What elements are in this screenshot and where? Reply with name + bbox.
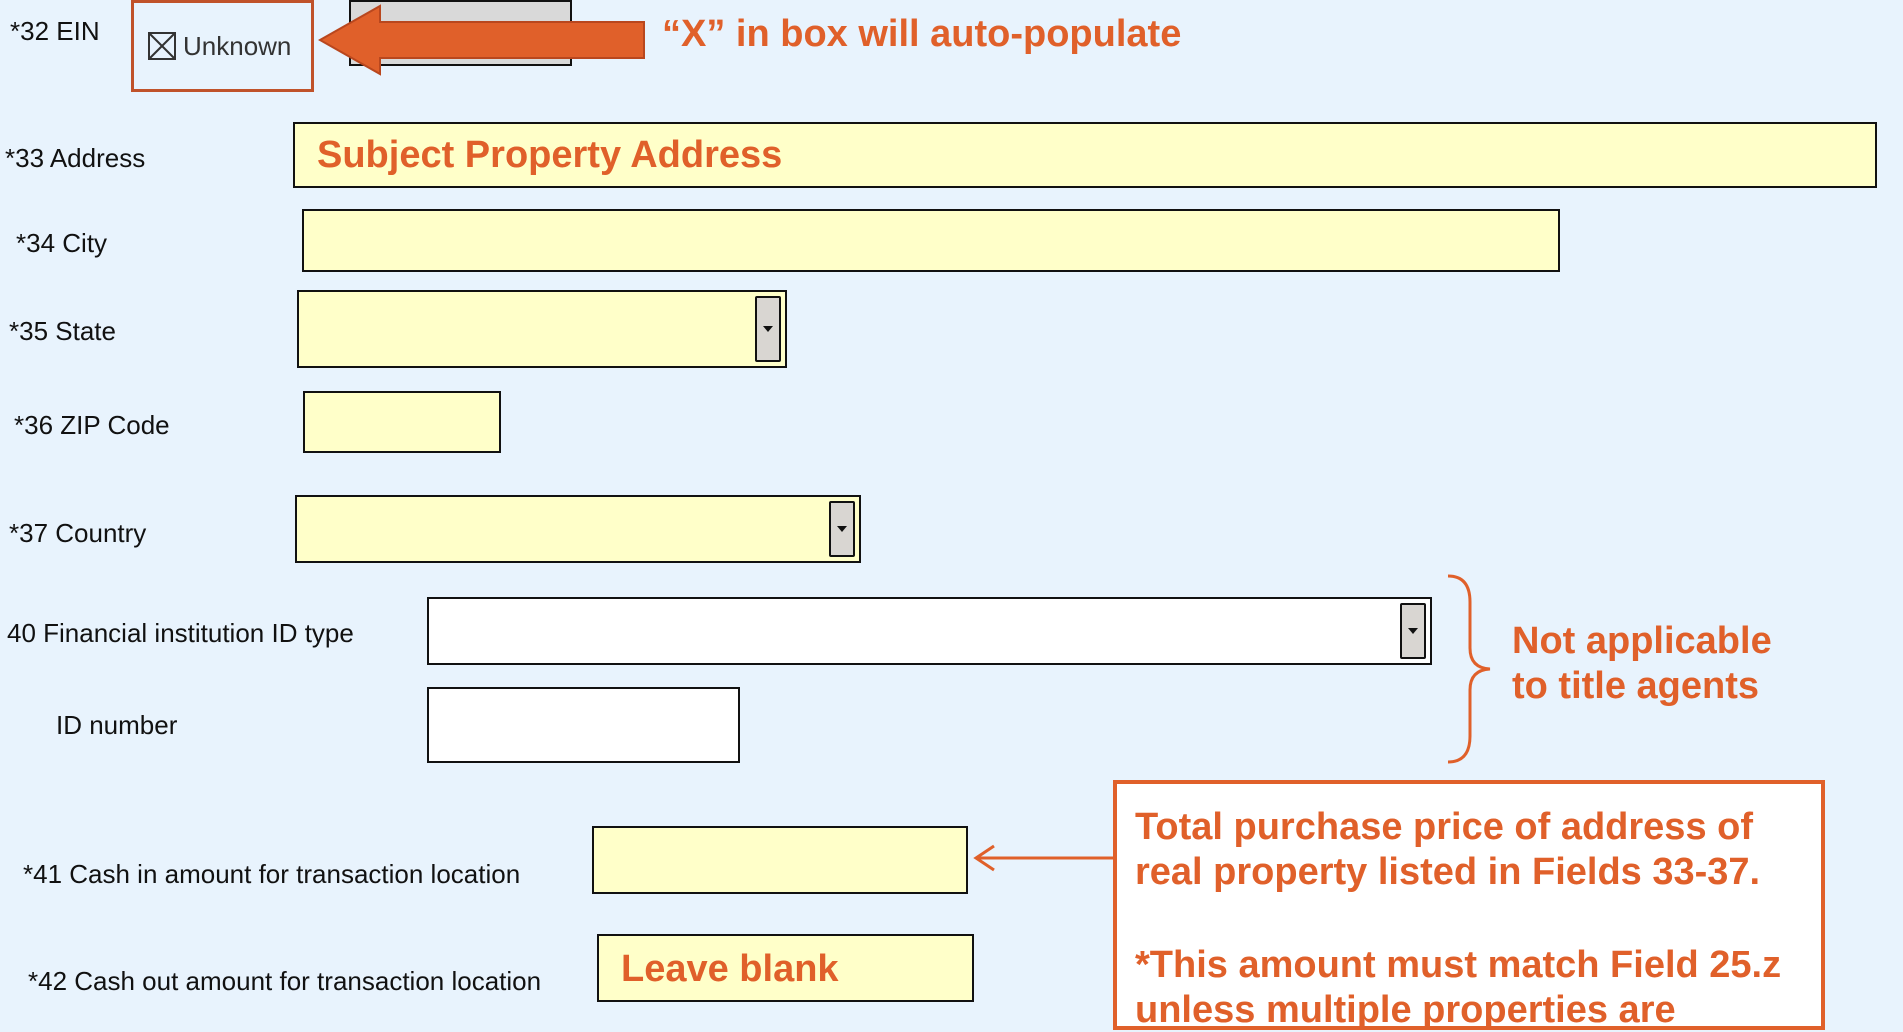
- address-input[interactable]: Subject Property Address: [293, 122, 1877, 188]
- zip-input[interactable]: [303, 391, 501, 453]
- country-label: *37 Country: [9, 518, 147, 548]
- right-curly-brace-icon: [1447, 574, 1491, 764]
- cash-in-callout: Total purchase price of address of real …: [1113, 780, 1825, 1031]
- country-select[interactable]: [295, 495, 861, 563]
- cash-in-input[interactable]: [592, 826, 968, 894]
- fin-id-type-label: 40 Financial institution ID type: [7, 618, 354, 648]
- state-select[interactable]: [297, 290, 787, 368]
- cash-out-label: *42 Cash out amount for transaction loca…: [28, 966, 542, 996]
- callout-line1: Total purchase price of address of: [1135, 806, 1754, 848]
- city-label: *34 City: [16, 228, 108, 258]
- chevron-down-icon[interactable]: [755, 296, 781, 362]
- cash-out-value: Leave blank: [621, 948, 839, 990]
- state-label: *35 State: [9, 316, 116, 346]
- zip-label: *36 ZIP Code: [14, 410, 170, 440]
- id-number-label: ID number: [56, 710, 178, 740]
- not-applicable-note-line2: to title agents: [1512, 665, 1760, 707]
- cash-in-label: *41 Cash in amount for transaction locat…: [23, 859, 521, 889]
- ein-unknown-highlight-box: Unknown: [131, 0, 314, 92]
- left-arrow-icon: [973, 844, 1114, 872]
- ein-label: *32 EIN: [10, 16, 100, 46]
- chevron-down-icon[interactable]: [1400, 603, 1426, 659]
- ein-unknown-checkbox[interactable]: [147, 31, 177, 61]
- callout-line4: unless multiple properties are: [1135, 989, 1676, 1031]
- auto-populate-note: “X” in box will auto-populate: [662, 13, 1182, 55]
- id-number-input[interactable]: [427, 687, 740, 763]
- callout-line2: real property listed in Fields 33-37.: [1135, 851, 1761, 893]
- city-input[interactable]: [302, 209, 1560, 272]
- not-applicable-note-line1: Not applicable: [1512, 620, 1772, 662]
- fin-id-type-select[interactable]: [427, 597, 1432, 665]
- address-value: Subject Property Address: [317, 134, 783, 176]
- callout-line3: *This amount must match Field 25.z: [1135, 944, 1782, 986]
- checked-box-icon: [148, 32, 176, 60]
- chevron-down-icon[interactable]: [829, 501, 855, 557]
- cash-out-input[interactable]: Leave blank: [597, 934, 974, 1002]
- ein-unknown-label: Unknown: [183, 31, 292, 61]
- address-label: *33 Address: [5, 143, 146, 173]
- left-arrow-icon: [318, 4, 645, 76]
